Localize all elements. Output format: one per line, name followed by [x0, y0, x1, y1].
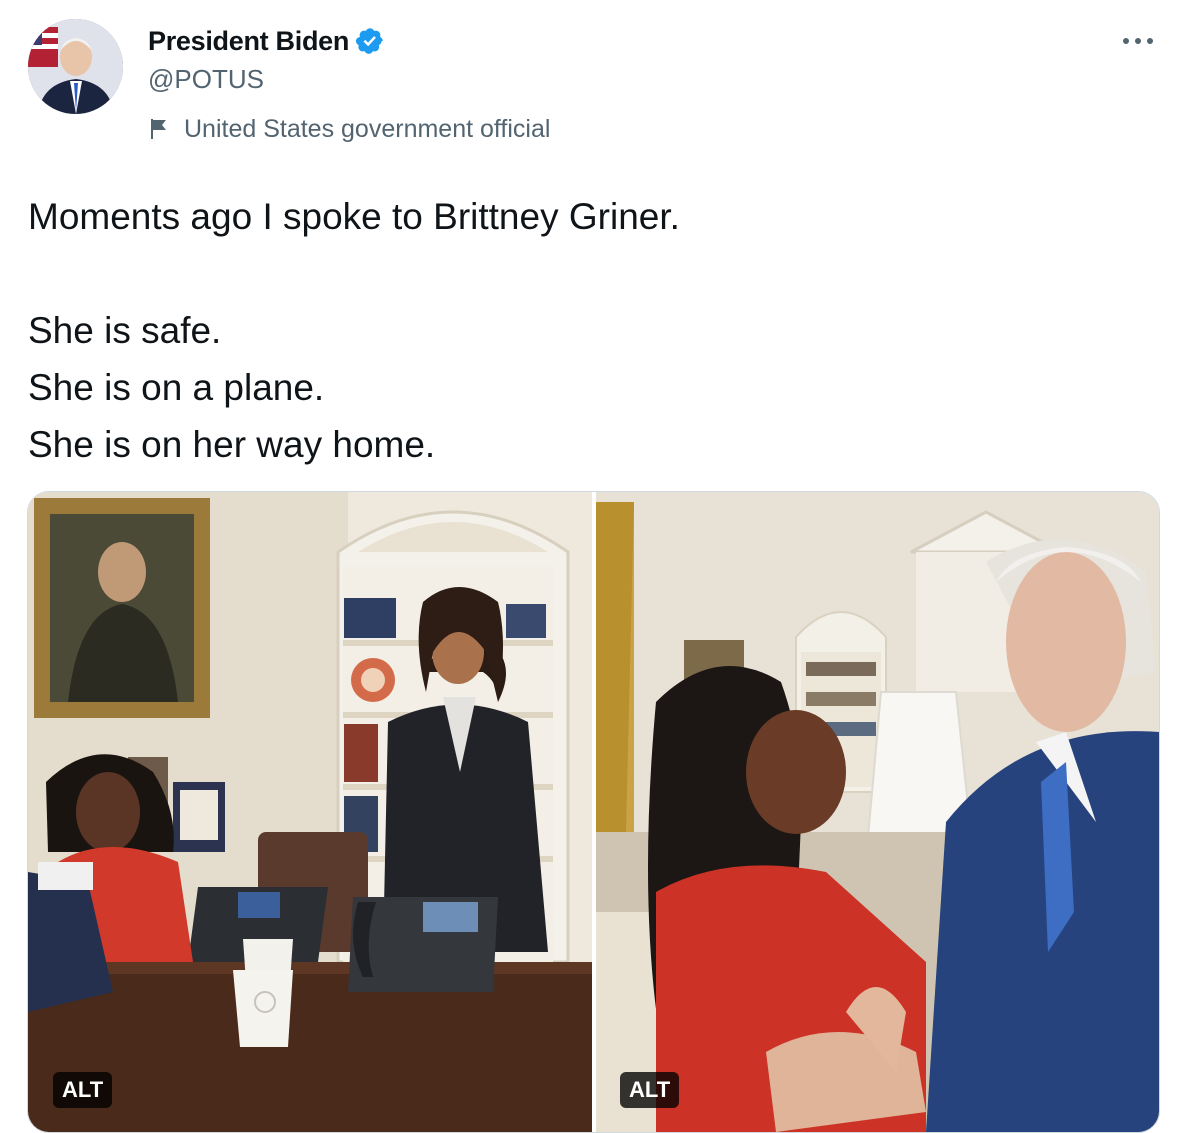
more-options-button[interactable] — [1118, 24, 1158, 58]
tweet-paragraph: She is safe. She is on a plane. She is o… — [28, 310, 436, 465]
author-handle[interactable]: @POTUS — [148, 64, 264, 95]
author-name-row[interactable]: President Biden — [148, 24, 387, 58]
alt-text-button[interactable]: ALT — [620, 1072, 680, 1108]
account-label[interactable]: United States government official — [148, 112, 550, 146]
avatar[interactable] — [28, 19, 123, 114]
photo-image — [596, 492, 1159, 1132]
tweet-photo-1[interactable]: ALT — [28, 492, 592, 1132]
tweet-paragraph: Moments ago I spoke to Brittney Griner. — [28, 196, 680, 237]
photo-image — [28, 492, 592, 1132]
tweet-text: Moments ago I spoke to Brittney Griner. … — [28, 188, 1148, 473]
avatar-photo — [28, 19, 123, 114]
author-display-name[interactable]: President Biden — [148, 26, 349, 57]
verified-badge-icon — [355, 25, 387, 57]
more-options-icon — [1123, 38, 1153, 44]
alt-text-button[interactable]: ALT — [53, 1072, 113, 1108]
tweet-photo-2[interactable]: ALT — [596, 492, 1159, 1132]
account-label-text: United States government official — [184, 114, 551, 143]
media-grid: ALT ALT — [27, 491, 1160, 1133]
flag-icon — [148, 116, 174, 142]
